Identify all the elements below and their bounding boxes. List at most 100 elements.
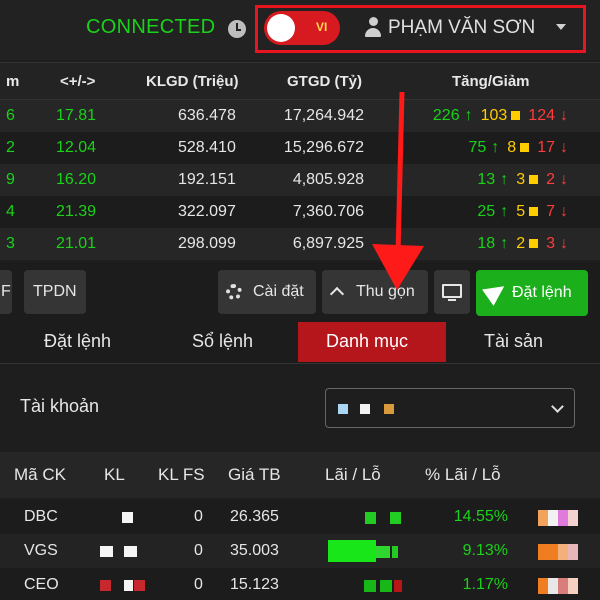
redacted-profit-loss xyxy=(376,546,390,558)
redacted-action xyxy=(558,544,568,560)
index-gtgd: 7,360.706 xyxy=(292,203,364,220)
account-label: Tài khoản xyxy=(20,396,100,416)
settings-button[interactable]: Cài đặt xyxy=(218,270,316,314)
index-gtgd: 4,805.928 xyxy=(292,171,364,188)
col-profit-loss: Lãi / Lỗ xyxy=(325,465,381,484)
advancers: 75 xyxy=(468,139,487,156)
monitor-icon xyxy=(442,284,462,301)
portfolio-header: Mã CK KL KL FS Giá TB Lãi / Lỗ % Lãi / L… xyxy=(0,452,600,498)
stock-code[interactable]: DBC xyxy=(24,508,58,526)
tab-portfolio[interactable]: Danh mục xyxy=(298,322,446,362)
account-section: Tài khoản xyxy=(0,366,600,452)
redacted-action xyxy=(548,510,558,526)
index-row[interactable]: 2 12.04 528.410 15,296.672 75 ↑ 8 17 ↓ xyxy=(0,132,600,164)
index-klgd: 636.478 xyxy=(178,107,236,124)
redacted-volume xyxy=(124,546,137,557)
unchanged-square-icon xyxy=(511,110,521,120)
redacted-volume xyxy=(134,580,145,591)
down-arrow-icon: ↓ xyxy=(560,139,568,156)
portfolio-row[interactable]: DBC 0 26.365 14.55% xyxy=(0,500,600,534)
index-row[interactable]: 4 21.39 322.097 7,360.706 25 ↑ 5 7 ↓ xyxy=(0,196,600,228)
unchanged-square-icon xyxy=(529,174,539,184)
down-arrow-icon: ↓ xyxy=(560,203,568,220)
top-bar: CONNECTED VI PHẠM VĂN SƠN xyxy=(0,0,600,60)
redacted-action xyxy=(558,510,568,526)
stock-code[interactable]: CEO xyxy=(24,576,59,594)
decliners: 17 xyxy=(537,139,555,156)
tab-place-order[interactable]: Đặt lệnh xyxy=(0,322,150,362)
redacted-action xyxy=(568,578,578,594)
col-gtgd: GTGD (Tỷ) xyxy=(287,73,362,90)
profit-loss-pct: 1.17% xyxy=(462,576,508,593)
index-change: 21.01 xyxy=(56,235,97,252)
clock-icon[interactable] xyxy=(228,20,246,38)
send-icon xyxy=(482,278,510,306)
decliners: 7 xyxy=(546,203,555,220)
index-lead: 2 xyxy=(6,139,15,156)
redacted-profit-loss xyxy=(380,580,392,592)
unchanged: 3 xyxy=(516,171,526,188)
index-row[interactable]: 9 16.20 192.151 4,805.928 13 ↑ 3 2 ↓ xyxy=(0,164,600,196)
col-partial: m xyxy=(6,73,20,90)
index-change: 16.20 xyxy=(56,171,97,188)
col-profit-loss-pct: % Lãi / Lỗ xyxy=(425,465,501,484)
col-volume: KL xyxy=(104,465,125,484)
index-klgd: 528.410 xyxy=(178,139,236,156)
index-klgd: 192.151 xyxy=(178,171,236,188)
tpdn-button[interactable]: TPDN xyxy=(24,270,86,314)
index-table-header: m <+/-> KLGD (Triệu) GTGD (Tỷ) Tăng/Giảm xyxy=(0,62,600,100)
stock-code[interactable]: VGS xyxy=(24,542,58,560)
avg-price: 15.123 xyxy=(230,576,279,593)
monitor-button[interactable] xyxy=(434,270,470,314)
index-up-down: 75 ↑ 8 17 ↓ xyxy=(469,139,569,157)
redacted-volume xyxy=(100,546,113,557)
index-up-down: 13 ↑ 3 2 ↓ xyxy=(477,171,568,189)
col-code: Mã CK xyxy=(14,465,66,484)
advancers: 25 xyxy=(477,203,496,220)
avg-price: 35.003 xyxy=(230,542,279,559)
redacted-account xyxy=(360,404,370,414)
portfolio-row[interactable]: CEO 0 15.123 1.17% xyxy=(0,568,600,600)
decliners: 124 xyxy=(528,107,555,124)
volume-fs: 0 xyxy=(194,542,203,559)
chevron-up-icon xyxy=(329,286,345,302)
tab-order-book[interactable]: Sổ lệnh xyxy=(150,322,298,362)
col-change: <+/-> xyxy=(60,73,96,90)
chevron-down-icon xyxy=(551,400,564,413)
toolbar: F TPDN Cài đặt Thu gọn Đặt lệnh xyxy=(0,262,600,322)
partial-button[interactable]: F xyxy=(0,270,12,314)
down-arrow-icon: ↓ xyxy=(560,235,568,252)
unchanged: 8 xyxy=(507,139,517,156)
unchanged-square-icon xyxy=(529,206,539,216)
index-lead: 3 xyxy=(6,235,15,252)
profit-loss-pct: 9.13% xyxy=(462,542,508,559)
redacted-volume xyxy=(100,580,111,591)
redacted-action xyxy=(558,578,568,594)
redacted-volume xyxy=(124,580,133,591)
advancers: 18 xyxy=(477,235,496,252)
up-arrow-icon: ↑ xyxy=(491,139,500,156)
index-klgd: 322.097 xyxy=(178,203,236,220)
place-order-button[interactable]: Đặt lệnh xyxy=(476,270,588,316)
down-arrow-icon: ↓ xyxy=(560,171,568,188)
redacted-profit-loss xyxy=(394,580,402,592)
portfolio-row[interactable]: VGS 0 35.003 9.13% xyxy=(0,534,600,568)
index-row[interactable]: 6 17.81 636.478 17,264.942 226 ↑ 103 124 ↓ xyxy=(0,100,600,132)
account-select[interactable] xyxy=(325,388,575,428)
collapse-button[interactable]: Thu gọn xyxy=(322,270,428,314)
up-arrow-icon: ↑ xyxy=(500,203,509,220)
redacted-action xyxy=(548,578,558,594)
index-lead: 6 xyxy=(6,107,15,124)
tab-bar: Đặt lệnh Sổ lệnh Danh mục Tài sản xyxy=(0,322,600,364)
index-row[interactable]: 3 21.01 298.099 6,897.925 18 ↑ 2 3 ↓ xyxy=(0,228,600,260)
index-gtgd: 6,897.925 xyxy=(292,235,364,252)
index-change: 12.04 xyxy=(56,139,97,156)
settings-label: Cài đặt xyxy=(253,283,304,300)
redacted-volume xyxy=(122,512,133,523)
decliners: 3 xyxy=(546,235,555,252)
unchanged-square-icon xyxy=(520,142,530,152)
index-up-down: 25 ↑ 5 7 ↓ xyxy=(477,203,568,221)
connection-status: CONNECTED xyxy=(86,16,216,38)
tab-assets[interactable]: Tài sản xyxy=(446,322,600,362)
redacted-profit-loss xyxy=(352,540,376,562)
